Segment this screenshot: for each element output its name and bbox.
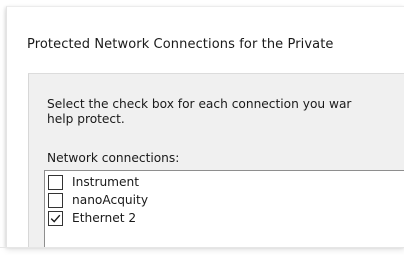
connection-label-nanoacquity: nanoAcquity (72, 193, 149, 207)
network-connections-list[interactable]: Instrument nanoAcquity Ethernet 2 (44, 170, 404, 247)
connection-item-instrument[interactable]: Instrument (48, 173, 139, 191)
protected-connections-dialog: Protected Network Connections for the Pr… (6, 6, 404, 247)
connection-label-instrument: Instrument (72, 175, 140, 189)
connection-checkbox-instrument[interactable] (48, 174, 63, 190)
checkmark-icon (50, 214, 61, 223)
dialog-title: Protected Network Connections for the Pr… (27, 37, 334, 52)
connection-checkbox-ethernet-2[interactable] (48, 210, 63, 226)
instructions-line-2: help protect. (47, 112, 125, 126)
connection-checkbox-nanoacquity[interactable] (48, 192, 63, 208)
instructions-text: Select the check box for each connection… (47, 97, 404, 127)
connection-item-ethernet-2[interactable]: Ethernet 2 (48, 209, 136, 227)
settings-panel: Select the check box for each connection… (28, 73, 404, 247)
instructions-line-1: Select the check box for each connection… (47, 97, 352, 111)
connection-label-ethernet-2: Ethernet 2 (72, 211, 137, 225)
bottom-divider (0, 247, 404, 248)
connection-item-nanoacquity[interactable]: nanoAcquity (48, 191, 148, 209)
network-connections-label: Network connections: (47, 151, 180, 165)
